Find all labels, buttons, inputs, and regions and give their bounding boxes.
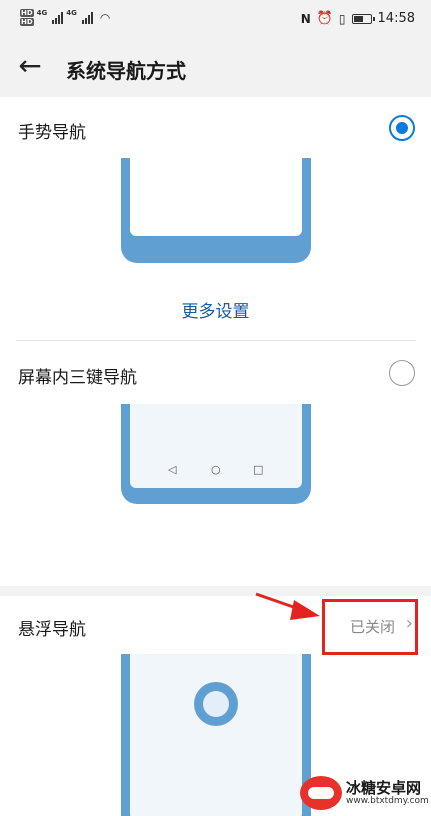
floating-phone-illustration [121,654,311,816]
hd-top: HD [20,9,34,17]
three-key-phone-illustration: ◁ ○ □ [121,404,311,504]
status-time: 14:58 [377,11,415,26]
status-left: HD HD 4G 4G ◠ [20,9,110,27]
page-title: 系统导航方式 [66,59,186,83]
three-key-nav-label: 屏幕内三键导航 [18,368,137,388]
gesture-nav-label: 手势导航 [18,123,86,143]
gesture-nav-radio[interactable] [389,115,415,141]
floating-nav-label: 悬浮导航 [18,620,86,640]
alarm-icon: ⏰ [316,11,333,26]
nfc-icon: N [300,11,311,26]
vibrate-icon: ▯ [338,11,346,26]
watermark-url: www.btxtdmy.com [346,796,429,806]
hd-bottom: HD [20,18,34,26]
back-nav-icon: ◁ [168,463,177,476]
status-right: N ⏰ ▯ 14:58 [301,11,415,26]
home-nav-icon: ○ [211,463,221,476]
highlight-box [322,599,418,655]
battery-icon [351,13,375,24]
title-bar: ← 系统导航方式 [0,40,431,96]
network-type-2: 4G [66,9,77,17]
wifi-icon: ◠ [99,11,111,25]
gesture-phone-illustration [121,158,311,263]
watermark-name: 冰糖安卓网 [346,779,422,797]
floating-ball-icon [194,682,238,726]
signal-icon [52,12,64,24]
hd-indicator: HD HD [20,9,34,27]
more-settings-link[interactable]: 更多设置 [0,297,431,322]
red-arrow-icon [255,592,320,620]
watermark: 冰糖安卓网 www.btxtdmy.com [300,776,429,810]
recents-nav-icon: □ [253,463,264,476]
navigation-options-card: 手势导航 更多设置 屏幕内三键导航 ◁ ○ □ [0,97,431,586]
network-type-1: 4G [36,9,48,17]
status-bar: HD HD 4G 4G ◠ N ⏰ ▯ 14:58 [0,0,431,40]
divider [16,340,416,341]
back-arrow-icon[interactable]: ← [14,52,46,84]
signal-icon-2 [81,12,93,24]
watermark-logo-icon [300,776,342,810]
three-key-nav-radio[interactable] [389,360,415,386]
watermark-text: 冰糖安卓网 www.btxtdmy.com [346,780,429,806]
